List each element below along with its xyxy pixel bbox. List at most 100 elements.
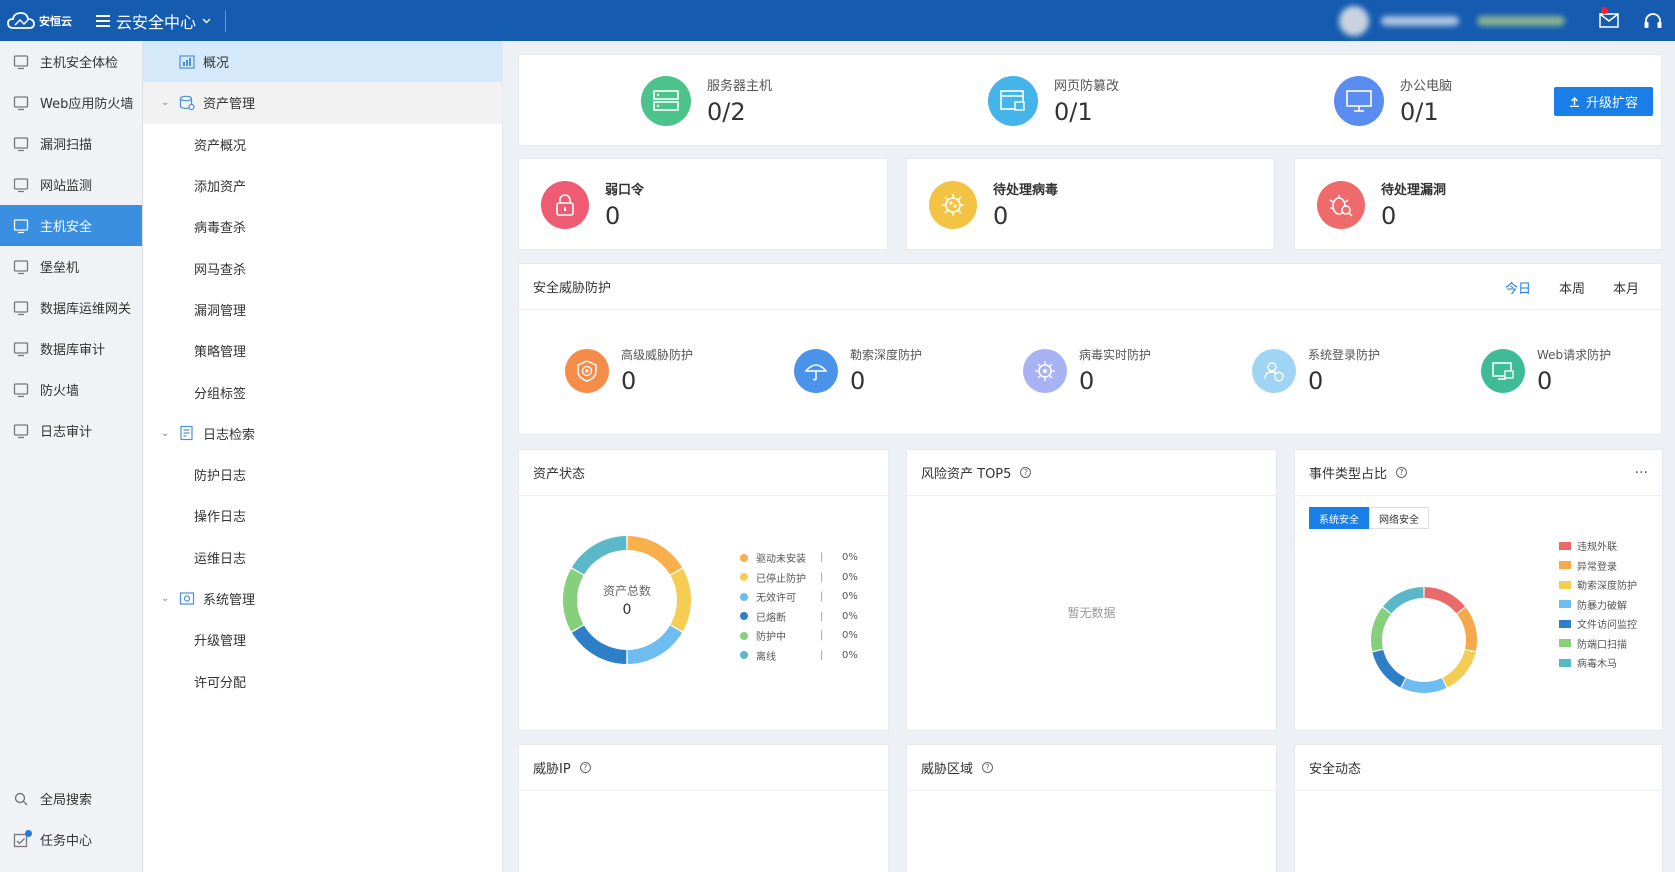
legend-percent: 0% [842,552,858,564]
sidebar-item-8[interactable]: 防火墙 [0,369,142,410]
security-news-card: 安全动态 [1294,744,1663,872]
tab-network-security[interactable]: 网络安全 [1369,507,1429,529]
nav-subitem[interactable]: 病毒查杀 [143,206,502,247]
stat-server-host: 服务器主机 0/2 [641,75,772,126]
legend-item[interactable]: 文件访问监控 [1559,614,1637,634]
donut-segment[interactable] [627,536,683,575]
avatar[interactable] [1339,5,1369,36]
legend-item[interactable]: 无效许可 | 0% [740,587,858,607]
support-button[interactable] [1631,0,1675,41]
pending-vuln-card[interactable]: 待处理漏洞 0 [1294,158,1662,250]
nav-subitem[interactable]: 添加资产 [143,165,502,206]
pending-virus-card[interactable]: 待处理病毒 0 [906,158,1275,250]
donut-segment[interactable] [1401,678,1447,693]
legend-separator: | [820,610,824,622]
legend-item[interactable]: 病毒木马 [1559,653,1637,673]
help-icon[interactable]: ? [579,762,591,773]
donut-segment[interactable] [1457,607,1477,652]
nav-system-management[interactable]: ⌄ 系统管理 [143,578,502,619]
legend-item[interactable]: 防端口扫描 [1559,634,1637,654]
headset-icon [1644,12,1662,28]
donut-segment[interactable] [571,536,627,575]
legend-item[interactable]: 防护中 | 0% [740,626,858,646]
help-icon[interactable]: ? [1396,467,1408,478]
nav-subitem[interactable]: 防护日志 [143,454,502,495]
blurred-account-info[interactable] [1381,15,1459,26]
nav-subitem[interactable]: 网马查杀 [143,247,502,288]
sidebar-item-7[interactable]: 数据库审计 [0,328,142,369]
legend-item[interactable]: 异常登录 [1559,556,1637,576]
desktop-icon [12,217,30,235]
stat-value: 0/1 [1054,98,1093,126]
donut-segment[interactable] [1442,649,1476,688]
sidebar-item-2[interactable]: 漏洞扫描 [0,123,142,164]
tab-this-month[interactable]: 本月 [1613,278,1639,297]
nav-subitem[interactable]: 许可分配 [143,660,502,701]
threat-virus-realtime[interactable]: 病毒实时防护 0 [1023,346,1151,395]
legend-label: 防端口扫描 [1577,639,1627,651]
stat-label: 系统登录防护 [1308,348,1381,362]
legend-item[interactable]: 防暴力破解 [1559,595,1637,615]
donut-segment[interactable] [571,625,627,664]
legend-item[interactable]: 勒索深度防护 [1559,575,1637,595]
donut-segment[interactable] [1372,649,1406,688]
threat-web-request[interactable]: Web请求防护 0 [1481,346,1611,395]
virus-icon [929,180,977,229]
app-switcher[interactable]: 云安全中心 [96,9,211,33]
stat-label: 办公电脑 [1400,79,1453,94]
logo[interactable]: 安恒云 [0,0,84,41]
sidebar-item-global-search[interactable]: 全局搜索 [0,778,142,819]
nav-overview[interactable]: 概况 [143,41,502,83]
legend-item[interactable]: 已熔断 | 0% [740,607,858,627]
sidebar-item-label: 数据库运维网关 [40,302,132,317]
nav-subitem[interactable]: 漏洞管理 [143,289,502,330]
donut-segment[interactable] [1382,587,1424,614]
sidebar-item-5[interactable]: 堡垒机 [0,246,142,287]
help-icon[interactable]: ? [1020,467,1032,478]
nav-subitem[interactable]: 运维日志 [143,537,502,578]
sidebar-item-0[interactable]: 主机安全体检 [0,41,142,82]
donut-segment[interactable] [1371,607,1391,652]
nav-subitem[interactable]: 分组标签 [143,371,502,412]
nav-subitem[interactable]: 升级管理 [143,619,502,660]
nav-asset-management[interactable]: ⌄ 资产管理 [143,82,502,124]
tab-system-security[interactable]: 系统安全 [1309,507,1369,529]
donut-segment[interactable] [1424,587,1466,614]
tab-this-week[interactable]: 本周 [1559,278,1585,297]
tab-today[interactable]: 今日 [1505,278,1531,297]
sidebar-item-3[interactable]: 网站监测 [0,164,142,205]
weak-password-card[interactable]: 弱口令 0 [518,158,888,250]
threat-login[interactable]: 系统登录防护 0 [1252,346,1380,395]
sidebar-item-1[interactable]: Web应用防火墙 [0,82,142,123]
legend-swatch [740,631,748,640]
sidebar-item-label: 数据库审计 [40,343,106,358]
sidebar-item-label: 防火墙 [40,384,80,399]
nav-subitem[interactable]: 策略管理 [143,330,502,371]
legend-item[interactable]: 违规外联 [1559,536,1637,556]
nav-subitem[interactable]: 资产概况 [143,124,502,165]
legend-item[interactable]: 驱动未安装 | 0% [740,548,858,568]
threat-advanced[interactable]: 高级威胁防护 0 [565,346,693,395]
legend-item[interactable]: 离线 | 0% [740,646,858,666]
nav-log-search[interactable]: ⌄ 日志检索 [143,413,502,454]
threat-ransomware[interactable]: 勒索深度防护 0 [794,346,922,395]
nav-label: 概况 [203,56,230,72]
donut-segment[interactable] [627,625,683,664]
sidebar-item-task-center[interactable]: 任务中心 [0,819,142,860]
database-icon [12,299,30,317]
more-icon[interactable]: ··· [1635,465,1648,481]
search-icon [12,790,30,808]
nav-label: 系统管理 [203,593,256,608]
message-button[interactable] [1587,0,1631,41]
nav-subitem[interactable]: 操作日志 [143,495,502,536]
help-icon[interactable]: ? [982,762,994,773]
primary-sidebar: 主机安全体检 Web应用防火墙 漏洞扫描 网站监测 主机安全 堡垒机数据库运维网关 数据库审… [0,41,143,872]
legend-percent: 0% [842,571,858,583]
blurred-org-info[interactable] [1477,15,1565,26]
sidebar-item-4[interactable]: 主机安全 [0,205,142,246]
legend-item[interactable]: 已停止防护 | 0% [740,568,858,588]
sidebar-item-9[interactable]: 日志审计 [0,410,142,451]
sidebar-item-6[interactable]: 数据库运维网关 [0,287,142,328]
legend-swatch [740,553,748,562]
upgrade-button[interactable]: 升级扩容 [1554,87,1653,116]
